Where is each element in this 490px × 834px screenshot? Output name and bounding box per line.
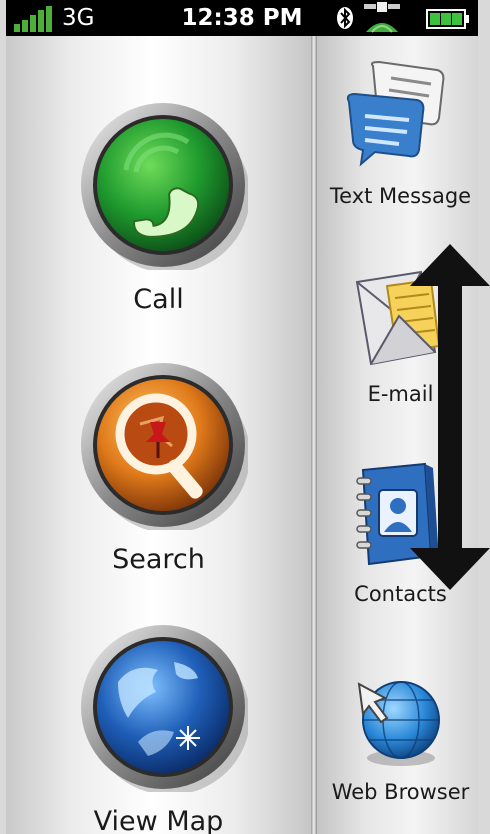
clock: 12:38 PM bbox=[181, 5, 303, 31]
gps-satellite-icon bbox=[364, 2, 400, 33]
battery-icon bbox=[426, 9, 469, 29]
view-map-button[interactable]: View Map bbox=[6, 608, 311, 834]
scroll-arrow-icon[interactable] bbox=[410, 244, 490, 590]
home-screen: 3G 12:38 PM Call Search View Map Text Me… bbox=[0, 0, 490, 834]
search-label: Search bbox=[112, 544, 205, 575]
globe-cursor-icon bbox=[357, 681, 440, 766]
main-menu: Call Search View Map bbox=[6, 36, 311, 834]
web-browser-button[interactable]: Web Browser bbox=[317, 642, 478, 834]
speech-bubbles-icon bbox=[346, 60, 445, 167]
search-button[interactable]: Search bbox=[6, 346, 311, 606]
call-button[interactable]: Call bbox=[6, 86, 311, 346]
text-message-button[interactable]: Text Message bbox=[317, 46, 478, 242]
text-message-label: Text Message bbox=[329, 184, 472, 208]
phone-icon bbox=[81, 103, 248, 270]
bluetooth-icon bbox=[337, 7, 353, 29]
call-label: Call bbox=[133, 284, 184, 315]
web-browser-label: Web Browser bbox=[331, 780, 470, 804]
globe-map-icon bbox=[81, 625, 248, 792]
status-bar: 3G 12:38 PM bbox=[6, 0, 478, 36]
map-pin-search-icon bbox=[81, 363, 248, 530]
view-map-label: View Map bbox=[93, 806, 224, 834]
